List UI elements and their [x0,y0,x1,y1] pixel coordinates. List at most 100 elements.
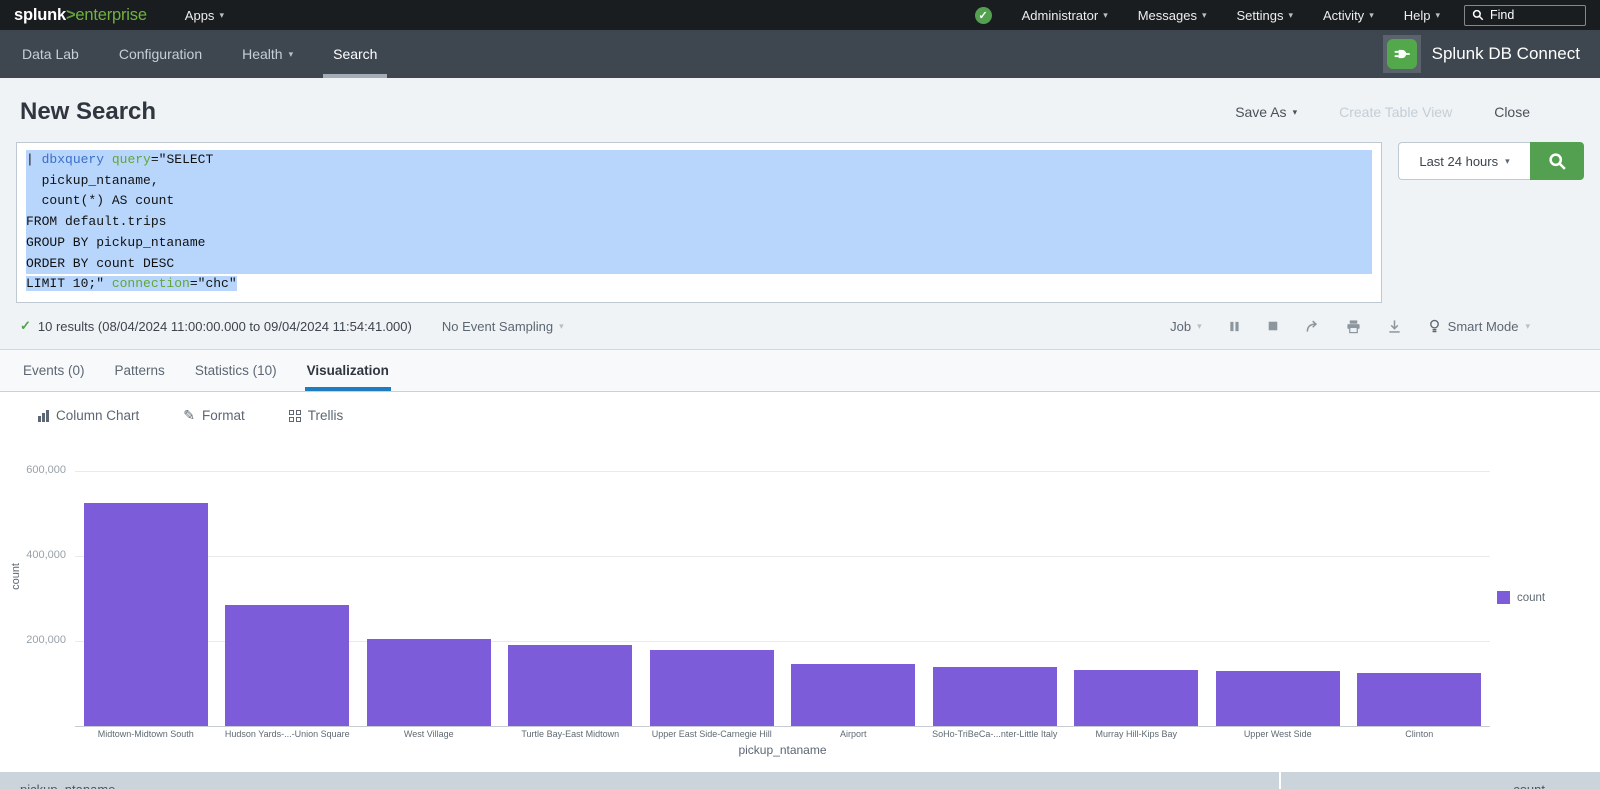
visualization-toolbar: Column Chart ✎ Format Trellis [0,392,1600,439]
print-icon[interactable] [1346,319,1361,334]
job-status-bar: ✓ 10 results (08/04/2024 11:00:00.000 to… [0,303,1600,349]
column-header-pickup-ntaname[interactable]: pickup_ntaname [0,772,1279,789]
event-sampling-menu[interactable]: No Event Sampling ▾ [442,319,564,334]
legend-swatch [1497,591,1510,604]
tab-patterns[interactable]: Patterns [100,350,180,391]
find-search-box[interactable] [1464,5,1586,26]
y-axis-tick: 600,000 [0,464,66,476]
app-identity[interactable]: Splunk DB Connect [1383,30,1580,78]
statistics-table-header: pickup_ntaname count [0,772,1600,789]
column-header-count[interactable]: count [1281,772,1600,789]
tab-events[interactable]: Events (0) [8,350,100,391]
job-menu[interactable]: Job ▾ [1170,319,1202,334]
time-range-picker[interactable]: Last 24 hours ▾ [1398,142,1530,180]
nav-item-data-lab[interactable]: Data Lab [20,30,81,78]
y-axis-tick: 200,000 [0,634,66,646]
apps-menu[interactable]: Apps ▾ [185,8,224,23]
time-range-label: Last 24 hours [1419,154,1498,169]
header-actions: Save As▾ Create Table View Close [1235,104,1530,120]
search-bar: | dbxquery query="SELECT pickup_ntaname,… [16,142,1584,303]
app-name: Splunk DB Connect [1432,44,1580,64]
x-axis-category-label: Midtown-Midtown South [75,729,217,739]
chart-legend[interactable]: count [1497,591,1545,604]
x-axis-category-label: Hudson Yards-...-Union Square [217,729,359,739]
settings-menu[interactable]: Settings▾ [1237,8,1294,23]
results-tabs: Events (0) Patterns Statistics (10) Visu… [0,350,1600,392]
db-connect-app-icon [1383,35,1421,73]
chevron-down-icon: ▾ [559,321,564,332]
chevron-down-icon: ▾ [1525,321,1530,332]
chevron-down-icon: ▾ [1197,321,1202,332]
x-axis-category-label: Clinton [1349,729,1491,739]
nav-item-health[interactable]: Health▾ [240,30,295,78]
save-as-button[interactable]: Save As▾ [1235,104,1297,120]
bar[interactable] [1357,673,1481,726]
health-check-icon[interactable]: ✓ [975,7,992,24]
x-axis-category-label: Murray Hill-Kips Bay [1066,729,1208,739]
bar[interactable] [225,605,349,726]
activity-menu[interactable]: Activity▾ [1323,8,1374,23]
stop-job-icon[interactable] [1267,320,1279,332]
x-axis-category-label: Turtle Bay-East Midtown [500,729,642,739]
bar[interactable] [508,645,632,726]
job-controls: Job ▾ Smart Mode ▾ [1170,319,1530,334]
help-menu[interactable]: Help▾ [1404,8,1440,23]
search-icon [1472,9,1484,21]
chevron-down-icon: ▾ [1202,10,1207,21]
administrator-menu[interactable]: Administrator▾ [1022,8,1108,23]
chevron-down-icon: ▾ [1435,10,1440,21]
export-icon[interactable] [1387,319,1402,334]
run-search-button[interactable] [1530,142,1584,180]
top-bar: splunk>enterprise Apps ▾ ✓ Administrator… [0,0,1600,30]
x-axis-category-label: Upper West Side [1207,729,1349,739]
chevron-down-icon: ▾ [1505,156,1510,167]
query-line: GROUP BY pickup_ntaname [26,233,1372,254]
bar[interactable] [650,650,774,726]
x-axis-line [75,726,1490,727]
page-title: New Search [20,98,156,126]
search-icon [1548,152,1567,171]
column-chart-icon [38,410,49,422]
format-button[interactable]: ✎ Format [183,407,245,424]
create-table-view-button[interactable]: Create Table View [1339,104,1452,120]
bar[interactable] [1074,670,1198,726]
nav-item-configuration[interactable]: Configuration [117,30,204,78]
bar[interactable] [367,639,491,726]
y-axis-title: count [10,563,22,590]
chevron-down-icon: ▾ [1369,10,1374,21]
search-section: New Search Save As▾ Create Table View Cl… [0,78,1600,350]
trellis-button[interactable]: Trellis [289,408,344,423]
query-line: LIMIT 10;" connection="chc" [26,274,1372,295]
nav-item-search[interactable]: Search [331,30,379,78]
messages-menu[interactable]: Messages▾ [1138,8,1207,23]
x-axis-labels: Midtown-Midtown SouthHudson Yards-...-Un… [75,729,1490,739]
tab-statistics[interactable]: Statistics (10) [180,350,292,391]
plug-icon [1387,39,1417,69]
chart-plot [75,439,1490,726]
bar[interactable] [84,503,208,726]
appbar-spacer [415,30,1382,78]
find-input[interactable] [1490,8,1570,22]
topbar-right: ✓ Administrator▾ Messages▾ Settings▾ Act… [975,5,1586,26]
chart-type-picker[interactable]: Column Chart [38,408,139,423]
bar[interactable] [791,664,915,726]
bar[interactable] [933,667,1057,726]
tab-visualization[interactable]: Visualization [292,350,404,391]
share-job-icon[interactable] [1305,319,1320,334]
query-line: count(*) AS count [26,191,1372,212]
search-query-editor[interactable]: | dbxquery query="SELECT pickup_ntaname,… [16,142,1382,303]
trellis-grid-icon [289,410,301,422]
bar[interactable] [1216,671,1340,726]
apps-menu-label: Apps [185,8,215,23]
x-axis-title: pickup_ntaname [75,743,1490,757]
chevron-down-icon: ▾ [1103,10,1108,21]
y-axis-tick: 400,000 [0,549,66,561]
pencil-icon: ✎ [183,407,195,424]
search-mode-menu[interactable]: Smart Mode ▾ [1428,319,1530,334]
results-count-text: 10 results (08/04/2024 11:00:00.000 to 0… [38,319,412,334]
close-button[interactable]: Close [1494,104,1530,120]
job-done-check-icon: ✓ [20,318,31,334]
query-line: FROM default.trips [26,212,1372,233]
pause-job-icon[interactable] [1228,320,1241,333]
x-axis-category-label: Airport [783,729,925,739]
